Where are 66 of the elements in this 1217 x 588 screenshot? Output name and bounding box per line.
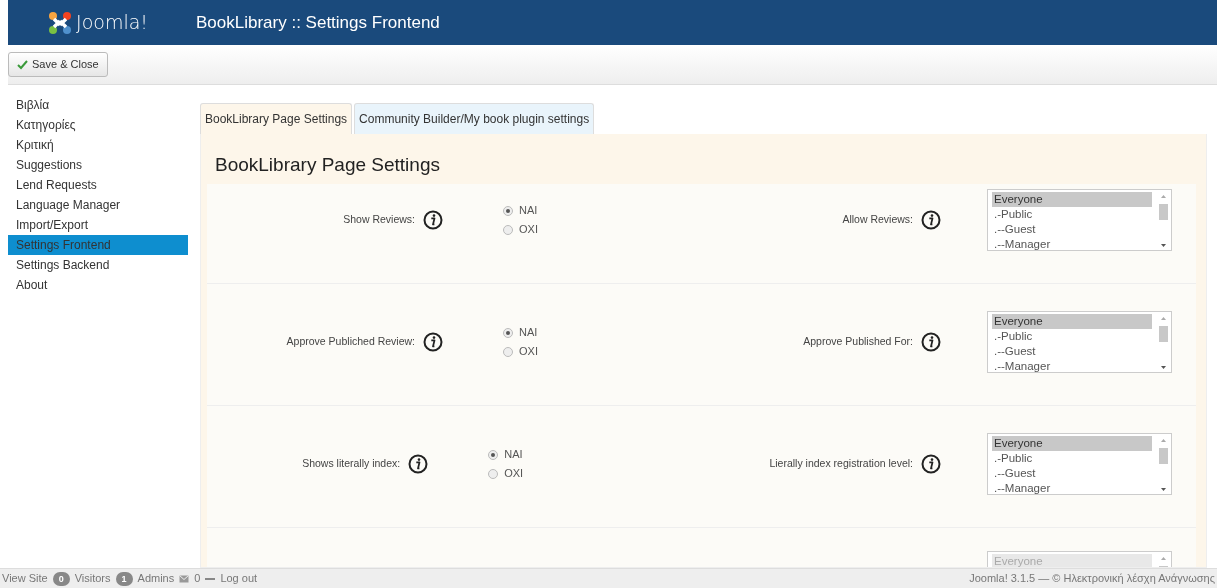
sidebar-item[interactable]: Κατηγορίες (8, 115, 188, 135)
sidebar-item[interactable]: Settings Backend (8, 255, 188, 275)
radio-label: NAI (504, 447, 523, 462)
list-option[interactable]: .-Public (992, 451, 1152, 466)
radio-label: NAI (519, 203, 538, 218)
sidebar-item[interactable]: Κριτική (8, 135, 188, 155)
message-count: 0 (194, 571, 201, 587)
page-title: BookLibrary :: Settings Frontend (195, 11, 440, 34)
setting-label: Allow Reviews: (842, 212, 913, 228)
list-option[interactable]: .-Public (992, 207, 1152, 222)
radio-button[interactable] (503, 346, 513, 357)
radio-button[interactable] (488, 449, 499, 460)
info-icon[interactable] (921, 210, 941, 230)
sidebar-item[interactable]: Language Manager (8, 195, 188, 215)
setting-label: Lierally index registration level: (769, 456, 913, 472)
list-option[interactable]: .--Manager (992, 237, 1152, 250)
sidebar-item[interactable]: Lend Requests (8, 175, 188, 195)
setting-label: Approve Published For: (803, 334, 913, 350)
logout-link[interactable]: Log out (220, 570, 258, 587)
access-list[interactable]: Everyone .-Public .--Guest .--Manager (987, 311, 1172, 373)
sidebar-item[interactable]: Suggestions (8, 155, 188, 175)
tab[interactable]: Community Builder/My book plugin settings (354, 103, 595, 134)
radio-button[interactable] (503, 224, 513, 235)
setting-label: Shows literally index: (302, 456, 401, 472)
info-icon[interactable] (921, 454, 941, 474)
sidebar-item[interactable]: Settings Frontend (8, 235, 188, 255)
radio-label: OXI (504, 466, 524, 481)
setting-label: Approve Publiched Review: (286, 334, 415, 350)
admins-label: Admins (137, 571, 175, 587)
radio-button[interactable] (503, 327, 513, 338)
list-option[interactable]: .--Guest (992, 466, 1152, 481)
list-option[interactable]: Everyone (992, 314, 1152, 329)
sidebar-item[interactable]: Βιβλία (8, 95, 188, 115)
check-icon (17, 59, 28, 70)
list-option[interactable]: .--Guest (992, 344, 1152, 359)
access-list[interactable]: Everyone .-Public .--Guest .--Manager (987, 433, 1172, 495)
list-option[interactable]: .--Manager (992, 359, 1152, 372)
copyright-text: Joomla! 3.1.5 — © Ηλεκτρονική λέσχη Ανάγνωσης (969, 571, 1215, 587)
logo-text: Joomla! (76, 10, 148, 36)
tab[interactable]: BookLibrary Page Settings (200, 103, 353, 134)
visitors-label: Visitors (74, 571, 111, 587)
radio-label: OXI (519, 222, 538, 237)
visitor-count: 0 (52, 571, 70, 586)
access-list[interactable]: Everyone .-Public .--Guest .--Manager (987, 189, 1172, 251)
view-site-link[interactable]: View Site (2, 570, 48, 587)
sidebar-item[interactable]: Import/Export (8, 215, 188, 235)
list-option[interactable]: Everyone (992, 436, 1152, 451)
sidebar-item[interactable]: About (8, 275, 188, 295)
panel-title: BookLibrary Page Settings (214, 153, 441, 177)
info-icon[interactable] (423, 210, 443, 230)
info-icon[interactable] (921, 332, 941, 352)
radio-button[interactable] (488, 468, 499, 479)
mail-icon (179, 574, 190, 583)
save-close-button[interactable]: Save & Close (8, 52, 108, 77)
logo-icon (48, 10, 73, 35)
list-option[interactable]: .-Public (992, 329, 1152, 344)
list-option[interactable]: .--Manager (992, 481, 1152, 494)
radio-button[interactable] (503, 205, 513, 216)
radio-label: NAI (519, 325, 538, 340)
info-icon[interactable] (423, 332, 443, 352)
info-icon[interactable] (408, 454, 429, 474)
radio-label: OXI (519, 344, 538, 359)
list-option[interactable]: Everyone (992, 192, 1152, 207)
admin-count: 1 (115, 571, 133, 586)
list-option[interactable]: .--Guest (992, 222, 1152, 237)
setting-label: Show Reviews: (343, 212, 415, 228)
